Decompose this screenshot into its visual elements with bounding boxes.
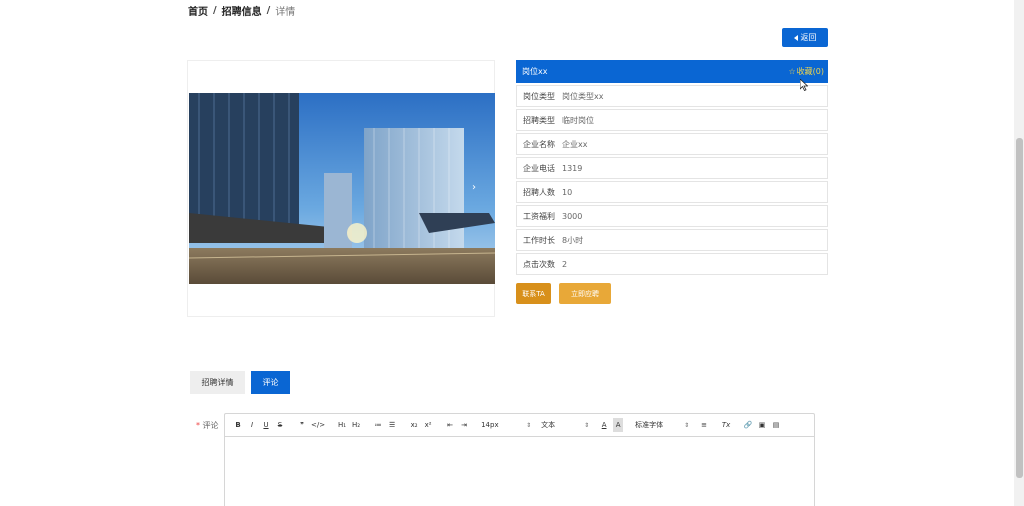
detail-value: 岗位类型xx (562, 91, 604, 101)
select-arrows-icon: ⇕ (526, 421, 532, 429)
font-family-value: 标准字体 (635, 421, 664, 429)
contact-button[interactable]: 联系TA (516, 283, 551, 304)
detail-row: 工资福利 3000 (516, 205, 828, 227)
comment-editor: B I U S ❞ </> H₁ H₂ ≔ ☰ x₂ x² ⇤ ⇥ 14px ⇕ (224, 413, 815, 506)
favorite-label: 收藏(0) (796, 67, 824, 76)
detail-row: 招聘类型 临时岗位 (516, 109, 828, 131)
font-size-select[interactable]: 14px ⇕ (481, 418, 531, 432)
subscript-button[interactable]: x₂ (409, 418, 419, 432)
detail-value: 1319 (562, 163, 583, 173)
detail-key: 岗位类型 (523, 91, 555, 101)
detail-key: 工作时长 (523, 235, 555, 245)
caret-left-icon (793, 34, 798, 41)
superscript-button[interactable]: x² (423, 418, 433, 432)
italic-button[interactable]: I (247, 418, 257, 432)
breadcrumb-home[interactable]: 首页 (188, 3, 208, 18)
mouse-cursor-icon (800, 79, 808, 91)
detail-row: 岗位类型 岗位类型xx (516, 85, 828, 107)
job-detail-table: 岗位xx ☆ 收藏(0) 岗位类型 岗位类型xx 招聘类型 临时岗位 企业名称 … (516, 60, 828, 275)
align-button[interactable]: ≡ (699, 418, 709, 432)
job-title: 岗位xx (522, 67, 548, 76)
image-button[interactable]: ▣ (757, 418, 767, 432)
detail-row: 招聘人数 10 (516, 181, 828, 203)
job-title-row: 岗位xx ☆ 收藏(0) (516, 60, 828, 83)
detail-key: 点击次数 (523, 259, 555, 269)
breadcrumb-separator: / (213, 5, 217, 16)
page: 首页 / 招聘信息 / 详情 返回 › 岗位xx ☆ 收藏(0) 岗位类型 岗位… (0, 0, 1024, 506)
breadcrumb-section[interactable]: 招聘信息 (222, 3, 262, 18)
font-family-select[interactable]: 标准字体 ⇕ (635, 418, 689, 432)
underline-button[interactable]: U (261, 418, 271, 432)
comment-label-text: 评论 (202, 421, 219, 430)
indent-button[interactable]: ⇥ (459, 418, 469, 432)
page-scrollbar[interactable] (1014, 0, 1024, 506)
detail-key: 工资福利 (523, 211, 555, 221)
link-button[interactable]: 🔗 (743, 418, 753, 432)
carousel-next-icon[interactable]: › (472, 182, 476, 193)
job-photo (189, 93, 495, 284)
strike-button[interactable]: S (275, 418, 285, 432)
detail-key: 企业电话 (523, 163, 555, 173)
breadcrumb: 首页 / 招聘信息 / 详情 (188, 3, 295, 18)
select-arrows-icon: ⇕ (684, 421, 690, 429)
detail-value: 3000 (562, 211, 583, 221)
detail-row: 企业名称 企业xx (516, 133, 828, 155)
header1-button[interactable]: H₁ (337, 418, 347, 432)
detail-key: 企业名称 (523, 139, 555, 149)
text-format-select[interactable]: 文本 ⇕ (541, 418, 589, 432)
detail-row: 点击次数 2 (516, 253, 828, 275)
detail-key: 招聘类型 (523, 115, 555, 125)
outdent-button[interactable]: ⇤ (445, 418, 455, 432)
back-button[interactable]: 返回 (782, 28, 828, 47)
bold-button[interactable]: B (233, 418, 243, 432)
detail-value: 10 (562, 187, 573, 197)
breadcrumb-separator: / (266, 5, 271, 16)
clean-format-button[interactable]: Tx (721, 418, 731, 432)
header2-button[interactable]: H₂ (351, 418, 361, 432)
tab-comments[interactable]: 评论 (251, 371, 290, 394)
favorite-button[interactable]: ☆ 收藏(0) (788, 66, 824, 77)
select-arrows-icon: ⇕ (584, 421, 590, 429)
comment-editor-body[interactable] (225, 437, 814, 506)
text-format-value: 文本 (541, 421, 556, 429)
comment-label: * 评论 (196, 420, 219, 431)
apply-button[interactable]: 立即应聘 (559, 283, 611, 304)
detail-row: 工作时长 8小时 (516, 229, 828, 251)
font-size-value: 14px (481, 421, 499, 429)
bullet-list-button[interactable]: ☰ (387, 418, 397, 432)
tab-job-details[interactable]: 招聘详情 (190, 371, 245, 394)
detail-value: 临时岗位 (562, 115, 594, 125)
scrollbar-thumb[interactable] (1016, 138, 1023, 478)
code-block-button[interactable]: </> (311, 418, 325, 432)
detail-value: 8小时 (562, 235, 584, 245)
detail-key: 招聘人数 (523, 187, 555, 197)
back-button-label: 返回 (800, 33, 817, 42)
editor-toolbar: B I U S ❞ </> H₁ H₂ ≔ ☰ x₂ x² ⇤ ⇥ 14px ⇕ (225, 414, 814, 437)
image-carousel (187, 60, 495, 317)
detail-row: 企业电话 1319 (516, 157, 828, 179)
blockquote-button[interactable]: ❞ (297, 418, 307, 432)
video-button[interactable]: ▤ (771, 418, 781, 432)
required-mark: * (196, 421, 200, 430)
breadcrumb-current: 详情 (275, 7, 296, 18)
detail-value: 2 (562, 259, 568, 269)
background-color-button[interactable]: A (613, 418, 624, 432)
star-outline-icon: ☆ (788, 67, 796, 76)
detail-value: 企业xx (562, 139, 588, 149)
ordered-list-button[interactable]: ≔ (373, 418, 383, 432)
font-color-button[interactable]: A (599, 418, 609, 432)
